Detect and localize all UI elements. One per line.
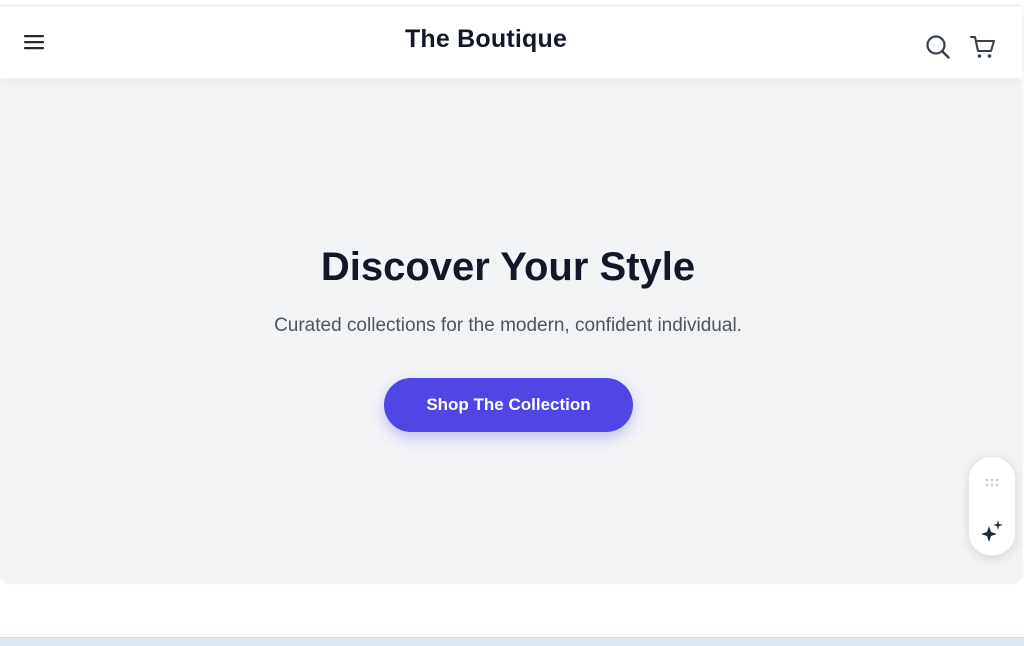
page: The Boutique Discover Your Style Curated… — [0, 0, 1024, 646]
floating-assistant-widget — [968, 456, 1016, 556]
cart-button[interactable] — [968, 32, 998, 62]
brand-logo-text[interactable]: The Boutique — [0, 25, 972, 54]
search-button[interactable] — [924, 33, 952, 61]
hero-banner: Discover Your Style Curated collections … — [0, 81, 1022, 582]
search-icon — [926, 35, 950, 59]
hero-subtitle: Curated collections for the modern, conf… — [274, 315, 742, 336]
shopping-cart-icon — [969, 35, 996, 58]
drag-grip-icon[interactable] — [984, 477, 1000, 489]
hero-title: Discover Your Style — [320, 245, 696, 289]
page-bottom-strip — [0, 637, 1024, 646]
sparkle-icon[interactable] — [980, 519, 1004, 543]
site-header: The Boutique — [0, 5, 1022, 78]
shop-collection-button[interactable]: Shop The Collection — [384, 378, 633, 432]
